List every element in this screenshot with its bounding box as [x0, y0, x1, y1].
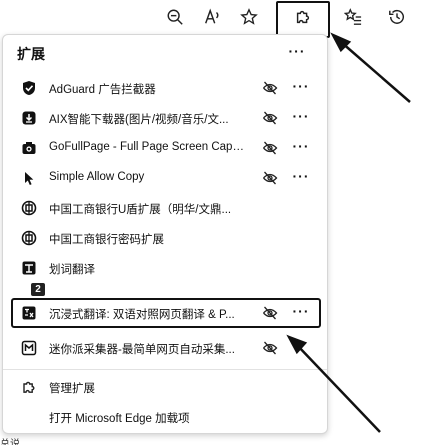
puzzle-icon [21, 379, 37, 395]
aix-downloader-icon [21, 110, 37, 126]
cursor-icon [21, 170, 37, 186]
divider [3, 369, 327, 370]
eye-hidden-icon[interactable] [261, 79, 279, 97]
eye-hidden-icon[interactable] [261, 139, 279, 157]
extension-row-icbc-ukey[interactable]: 中国工商银行U盾扩展（明华/文鼎... [3, 193, 327, 223]
extension-name: Simple Allow Copy [49, 171, 145, 183]
extension-more-button[interactable]: ··· [290, 78, 312, 98]
camera-icon [21, 140, 37, 156]
extensions-panel: 扩展 ··· AdGuard 广告拦截器 ··· AIX智能下载器(图片/视频/… [2, 34, 328, 434]
history-icon[interactable] [382, 2, 412, 32]
extension-name: GoFullPage - Full Page Screen Capt... [49, 141, 245, 153]
bottom-text: 总说 [0, 439, 20, 445]
open-edge-addons-label: 打开 Microsoft Edge 加载项 [49, 413, 190, 425]
extension-name: 中国工商银行密码扩展 [49, 234, 164, 246]
icbc-logo-icon [21, 200, 37, 216]
adguard-shield-icon [21, 80, 37, 96]
collector-icon [21, 340, 37, 356]
extension-more-button[interactable]: ··· [290, 108, 312, 128]
step-badge: 2 [31, 283, 45, 296]
extension-row-aix[interactable]: AIX智能下载器(图片/视频/音乐/文... ··· [3, 103, 327, 133]
extension-name: AIX智能下载器(图片/视频/音乐/文... [49, 114, 229, 126]
eye-hidden-icon[interactable] [261, 109, 279, 127]
read-aloud-icon[interactable] [197, 2, 227, 32]
zoom-out-icon[interactable] [160, 2, 190, 32]
extension-name: 迷你派采集器-最简单网页自动采集... [49, 344, 235, 356]
open-edge-addons-item[interactable]: 打开 Microsoft Edge 加载项 [3, 403, 327, 431]
extension-row-icbc-password[interactable]: 中国工商银行密码扩展 [3, 223, 327, 253]
favorites-list-icon[interactable] [338, 2, 368, 32]
browser-toolbar [0, 0, 423, 38]
arrow-head-top [330, 32, 352, 53]
eye-hidden-icon[interactable] [261, 169, 279, 187]
extension-row-simple-allow-copy[interactable]: Simple Allow Copy ··· [3, 163, 327, 193]
arrow-line-top [340, 41, 411, 103]
icbc-logo-icon [21, 230, 37, 246]
manage-extensions-label: 管理扩展 [49, 383, 95, 395]
panel-header: 扩展 ··· [3, 35, 327, 69]
extension-row-gofullpage[interactable]: GoFullPage - Full Page Screen Capt... ··… [3, 133, 327, 163]
extensions-button-highlight [276, 1, 330, 38]
extension-more-button[interactable]: ··· [290, 138, 312, 158]
panel-title: 扩展 [17, 46, 45, 62]
panel-more-button[interactable]: ··· [285, 41, 309, 61]
extension-row-adguard[interactable]: AdGuard 广告拦截器 ··· [3, 73, 327, 103]
extension-name: 划词翻译 [49, 264, 95, 276]
eye-hidden-icon[interactable] [261, 339, 279, 357]
translate-icon [21, 260, 37, 276]
extension-name: AdGuard 广告拦截器 [49, 84, 156, 96]
manage-extensions-item[interactable]: 管理扩展 [3, 373, 327, 401]
immersive-translate-highlight [11, 298, 321, 328]
favorite-star-icon[interactable] [234, 2, 264, 32]
extension-name: 中国工商银行U盾扩展（明华/文鼎... [49, 204, 232, 216]
extension-more-button[interactable]: ··· [290, 168, 312, 188]
extension-row-word-translate[interactable]: 划词翻译 [3, 253, 327, 283]
extension-row-collector[interactable]: 迷你派采集器-最简单网页自动采集... [3, 333, 327, 363]
